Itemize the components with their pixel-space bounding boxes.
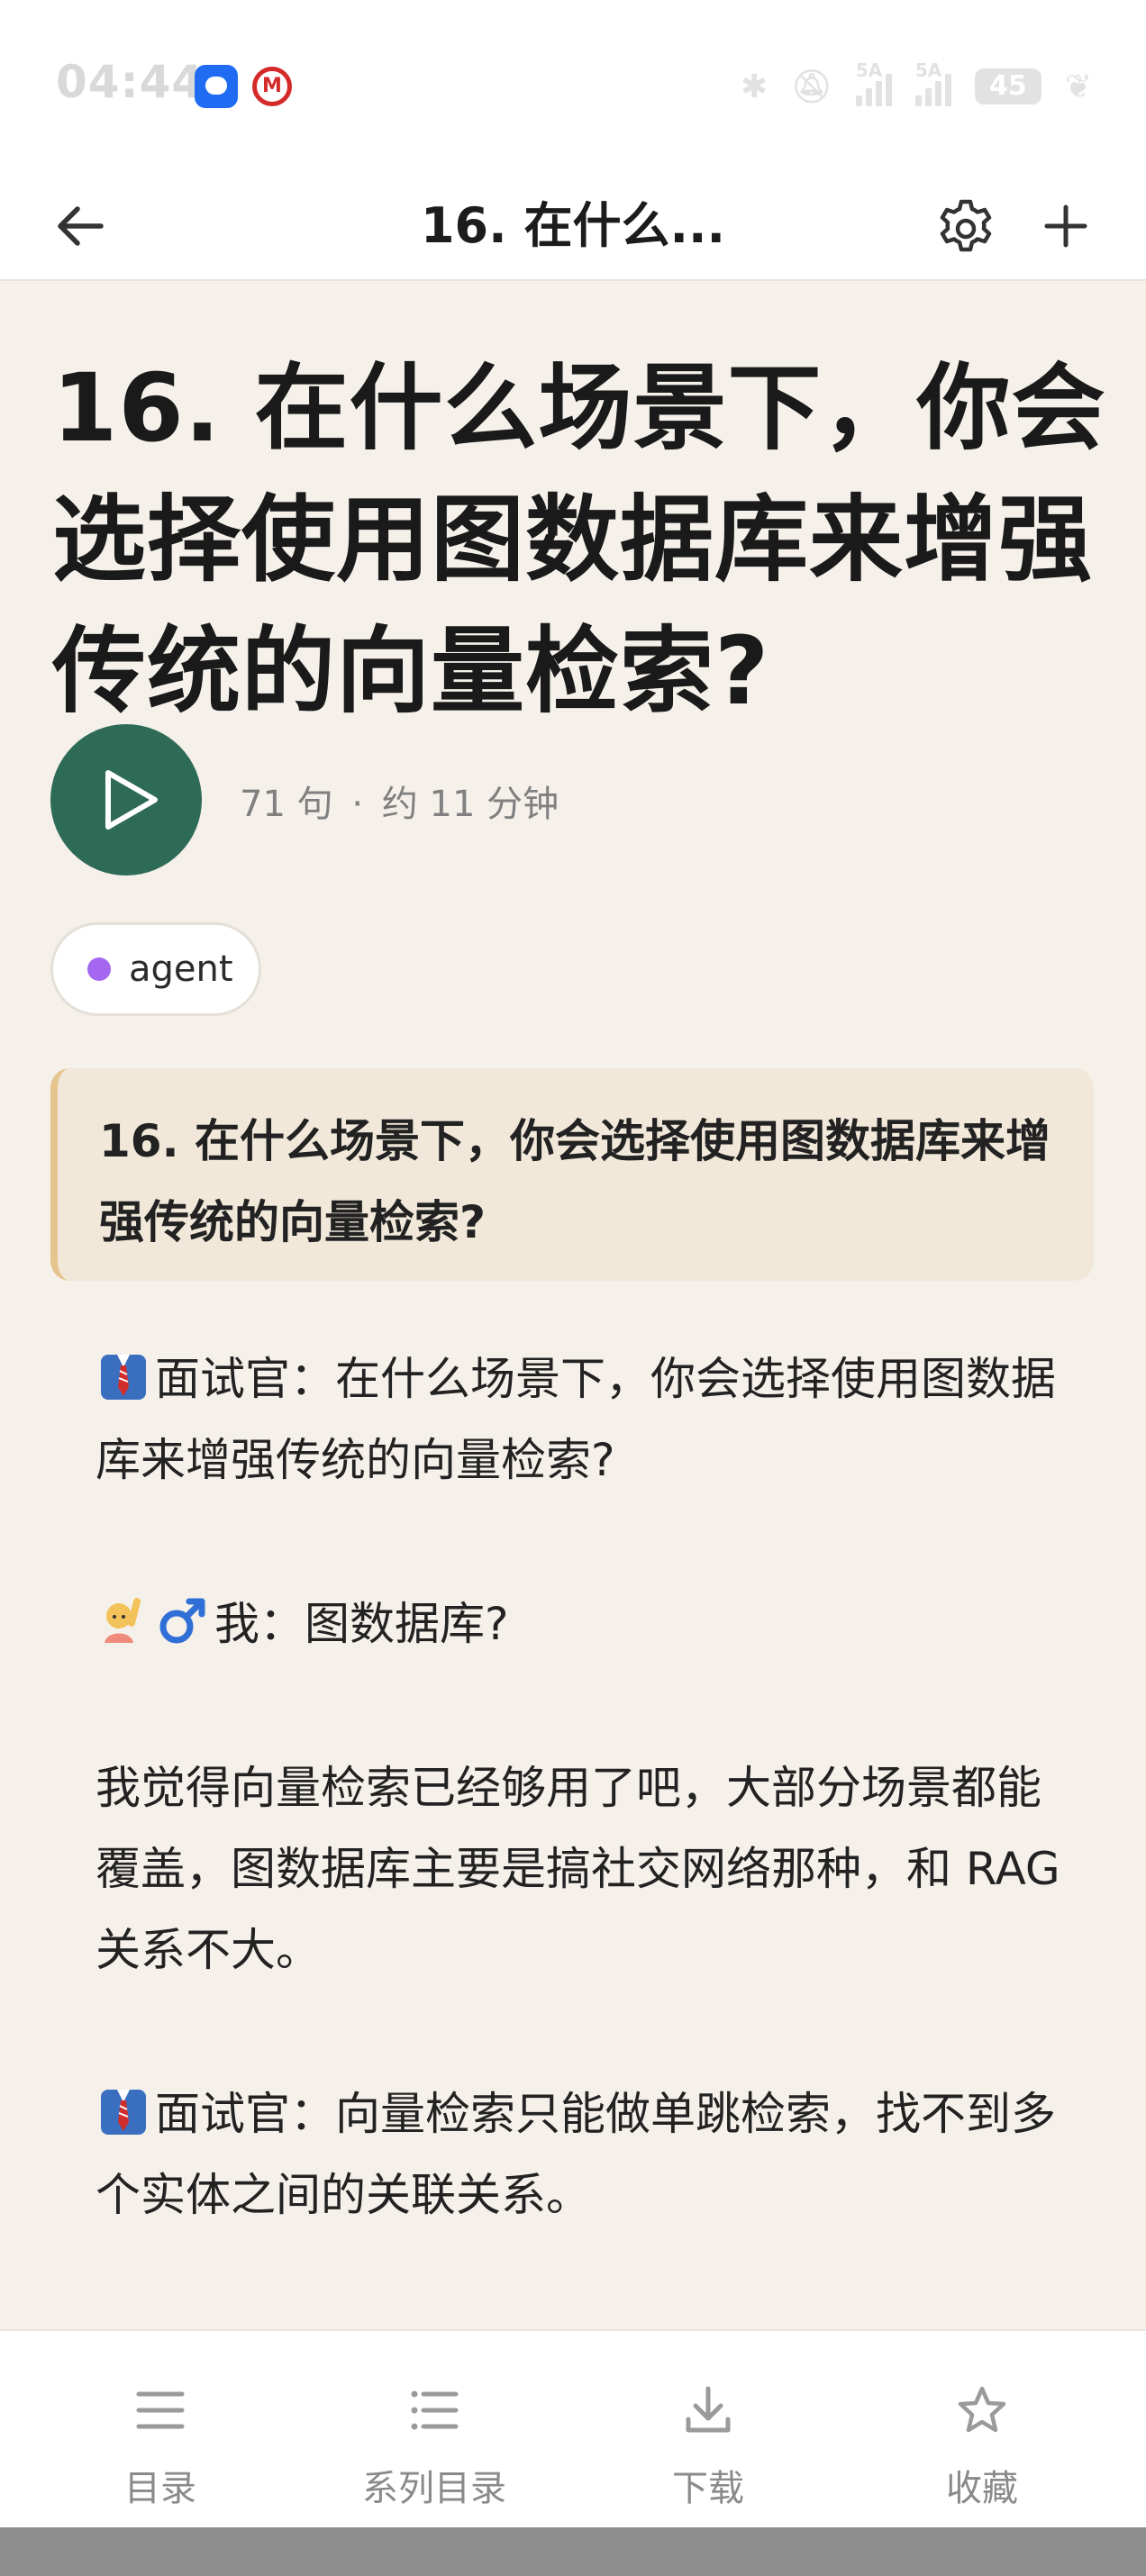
question-quote-block: 16. 在什么场景下，你会选择使用图数据库来增强传统的向量检索? xyxy=(50,1068,1094,1281)
favorite-button[interactable]: 收藏 xyxy=(847,2331,1117,2529)
paragraph: 我觉得向量检索已经够用了吧，大部分场景都能覆盖，图数据库主要是搞社交网络那种，和… xyxy=(96,1747,1078,1991)
download-label: 下载 xyxy=(672,2468,744,2509)
signal-2-label: 5A xyxy=(914,59,942,81)
signal-2: 5A xyxy=(914,59,951,106)
plus-icon xyxy=(1044,204,1087,248)
status-indicators: ✱ 🔕︎ 5A 5A 45 ❦ xyxy=(740,59,1092,112)
status-time: 04:44 xyxy=(56,56,205,108)
play-icon xyxy=(105,770,158,830)
article-body: 面试官：在什么场景下，你会选择使用图数据库来增强传统的向量检索? 我：图数据库?… xyxy=(96,1338,1078,2318)
download-icon xyxy=(686,2386,731,2433)
paragraph: 我：图数据库? xyxy=(96,1583,1078,1664)
signal-1-label: 5A xyxy=(855,59,883,81)
top-nav-bar: 16. 在什么... xyxy=(0,171,1146,281)
arrow-left-icon xyxy=(58,206,104,246)
download-button[interactable]: 下载 xyxy=(573,2331,843,2529)
reading-duration: 约 11 分钟 xyxy=(381,784,559,825)
menu-icon xyxy=(136,2391,185,2429)
favorite-label: 收藏 xyxy=(946,2468,1018,2509)
article-meta: 71 句 · 约 11 分钟 xyxy=(240,775,559,827)
series-toc-button[interactable]: 系列目录 xyxy=(299,2331,569,2529)
list-icon xyxy=(411,2390,459,2430)
male-sign-icon xyxy=(155,1592,211,1648)
mute-bell-icon: 🔕︎ xyxy=(791,68,832,105)
paragraph: 面试官：在什么场景下，你会选择使用图数据库来增强传统的向量检索? xyxy=(96,1338,1078,1501)
paragraph-text: 面试官：在什么场景下，你会选择使用图数据库来增强传统的向量检索? xyxy=(96,1353,1056,1486)
paragraph-text: 面试官：向量检索只能做单跳检索，找不到多个实体之间的关联关系。 xyxy=(96,2088,1056,2221)
necktie-person-icon xyxy=(96,1347,151,1403)
page-title: 16. 在什么... xyxy=(420,197,725,254)
bank-app-icon: M xyxy=(252,67,292,106)
tag-chip[interactable]: agent xyxy=(50,922,261,1016)
system-gesture-bar xyxy=(0,2527,1146,2576)
tag-label: agent xyxy=(129,948,233,990)
signal-1: 5A xyxy=(855,59,892,106)
paragraph: 面试官：向量检索只能做单跳检索，找不到多个实体之间的关联关系。 xyxy=(96,2073,1078,2236)
screen: 04:44 M ✱ 🔕︎ 5A 5A 45 ❦ 16. 在什么... 16. 在… xyxy=(0,0,1146,2576)
meta-separator: · xyxy=(351,784,364,825)
leaf-icon: ❦ xyxy=(1064,68,1092,105)
battery-indicator: 45 xyxy=(974,68,1041,104)
settings-button[interactable] xyxy=(933,193,998,258)
sentence-count: 71 句 xyxy=(240,784,333,825)
gear-icon xyxy=(940,199,992,252)
paragraph-text: 我觉得向量检索已经够用了吧，大部分场景都能覆盖，图数据库主要是搞社交网络那种，和… xyxy=(96,1762,1060,1976)
messages-app-icon xyxy=(195,65,238,108)
bluetooth-icon: ✱ xyxy=(740,68,769,105)
status-bar: 04:44 M ✱ 🔕︎ 5A 5A 45 ❦ xyxy=(0,0,1146,171)
toc-label: 目录 xyxy=(124,2468,196,2509)
paragraph-text: 我：图数据库? xyxy=(214,1598,509,1650)
add-button[interactable] xyxy=(1036,196,1096,256)
back-button[interactable] xyxy=(50,196,110,256)
bottom-toolbar: 目录 系列目录 下载 收藏 xyxy=(0,2329,1146,2527)
play-audio-button[interactable] xyxy=(50,724,202,875)
necktie-person-icon xyxy=(96,2082,151,2138)
series-toc-label: 系列目录 xyxy=(362,2468,506,2509)
toc-button[interactable]: 目录 xyxy=(25,2331,296,2529)
tag-color-dot xyxy=(87,957,111,981)
article-headline: 16. 在什么场景下，你会选择使用图数据库来增强传统的向量检索? xyxy=(52,353,1106,726)
star-icon xyxy=(958,2386,1006,2433)
raising-hand-person-icon xyxy=(96,1592,151,1648)
